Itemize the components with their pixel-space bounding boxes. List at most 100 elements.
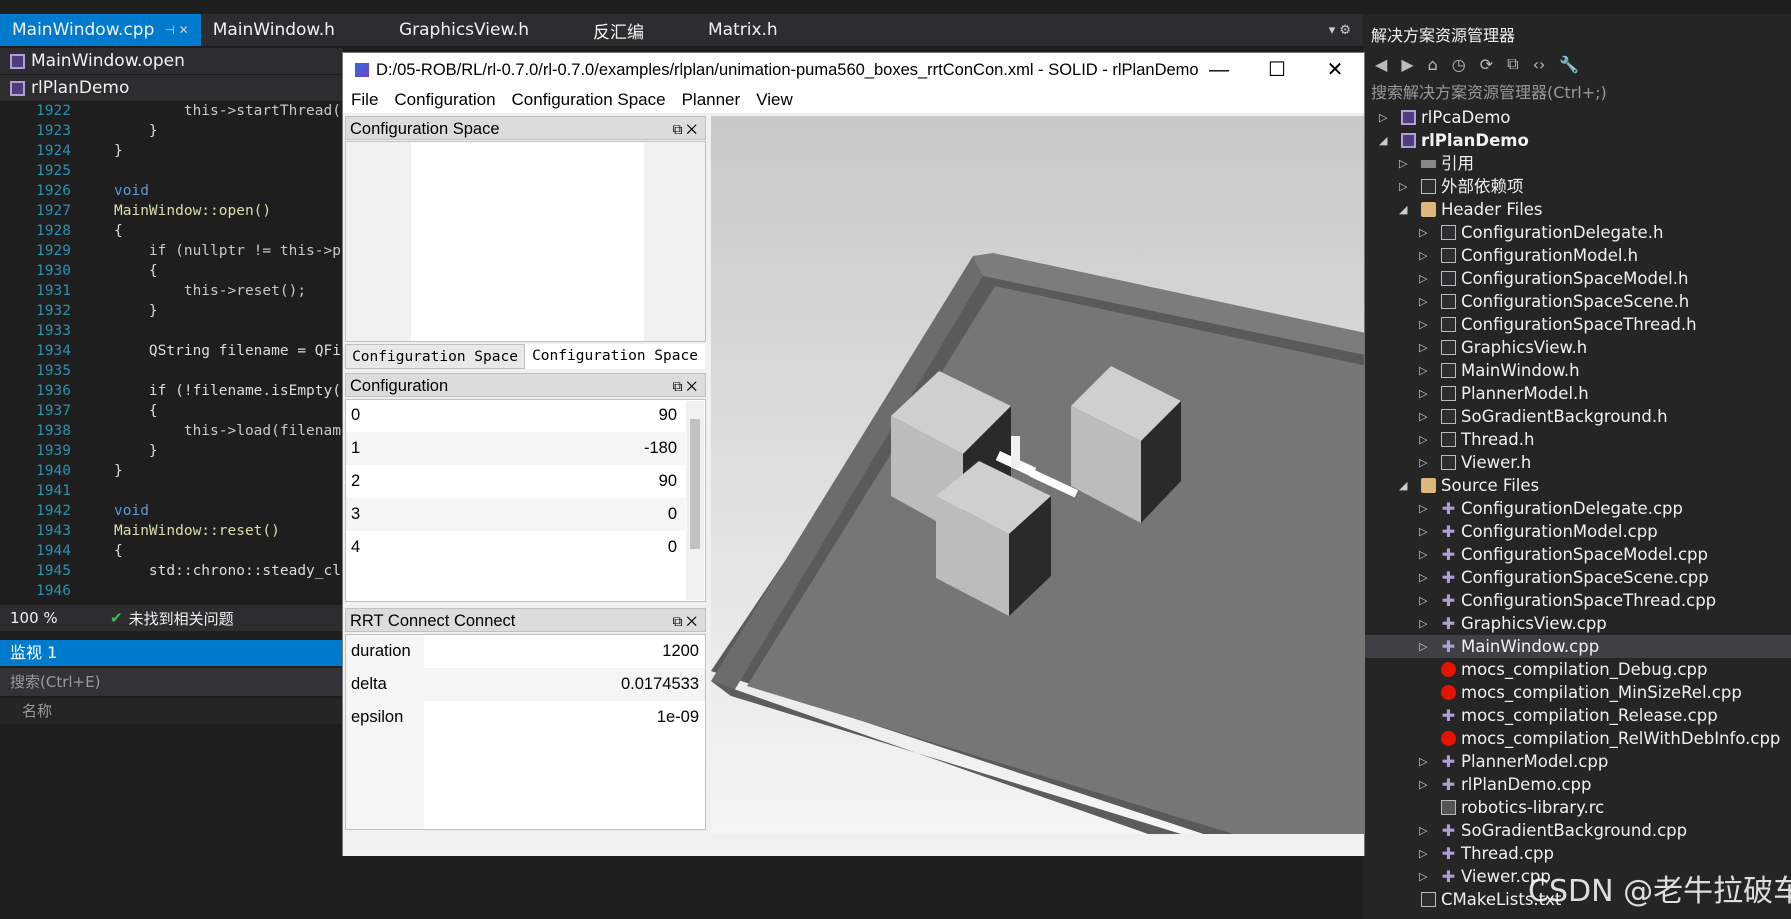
tab-mainwindow-h[interactable]: MainWindow.h <box>201 14 347 46</box>
dock-float-close-icons[interactable]: ⧉ ✕ <box>672 117 697 141</box>
parameter-value[interactable]: 0.0174533 <box>424 668 705 701</box>
code-line[interactable]: 1932 } <box>0 301 343 321</box>
tree-item[interactable]: ▷ ✚ PlannerModel.cpp <box>1363 750 1791 773</box>
code-line[interactable]: 1926 void <box>0 181 343 201</box>
expand-arrow-icon[interactable]: ▷ <box>1419 589 1427 612</box>
planner-row[interactable]: epsilon 1e-09 <box>346 701 705 734</box>
config-row[interactable]: 30 <box>346 498 685 531</box>
tree-item[interactable]: ▷ ✚ MainWindow.cpp <box>1363 635 1791 658</box>
code-line[interactable]: 1924} <box>0 141 343 161</box>
menu-configuration-space[interactable]: Configuration Space <box>512 90 666 110</box>
code-line[interactable]: 1936 if (!filename.isEmpty()) <box>0 381 358 401</box>
collapse-arrow-icon[interactable]: ◢ <box>1399 474 1407 497</box>
expand-arrow-icon[interactable]: ▷ <box>1419 428 1427 451</box>
menu-view[interactable]: View <box>756 90 793 110</box>
planner-row[interactable]: delta 0.0174533 <box>346 668 705 701</box>
dock-float-close-icons[interactable]: ⧉ ✕ <box>672 609 697 633</box>
tab-overflow-icon[interactable]: ▾ ⚙ <box>1329 23 1351 38</box>
parameter-value[interactable]: 1e-09 <box>424 701 705 734</box>
code-line[interactable]: 1934 QString filename = QFile <box>0 341 358 361</box>
code-editor[interactable]: 1922 this->startThread(); 1923 } 1924} 1925… <box>0 101 358 603</box>
cspace-graphics-view[interactable] <box>411 142 644 341</box>
code-line[interactable]: 1929 if (nullptr != this->pla <box>0 241 358 261</box>
collapse-arrow-icon[interactable]: ◢ <box>1379 129 1387 152</box>
expand-arrow-icon[interactable]: ▷ <box>1419 865 1427 888</box>
config-row[interactable]: 40 <box>346 531 685 564</box>
expand-arrow-icon[interactable]: ▷ <box>1419 520 1427 543</box>
code-line[interactable]: 1935 <box>0 361 343 381</box>
code-line[interactable]: 1931 this->reset(); <box>0 281 343 301</box>
watch-search-input[interactable]: 搜索(Ctrl+E) <box>0 668 343 696</box>
joint-value[interactable]: 90 <box>659 400 677 432</box>
tree-item[interactable]: mocs_compilation_Debug.cpp <box>1363 658 1791 681</box>
tree-item[interactable]: ▷ SoGradientBackground.h <box>1363 405 1791 428</box>
expand-arrow-icon[interactable]: ▷ <box>1419 773 1427 796</box>
tree-item[interactable]: ◢ Header Files <box>1363 198 1791 221</box>
code-line[interactable]: 1939 } <box>0 441 343 461</box>
expand-arrow-icon[interactable]: ▷ <box>1419 543 1427 566</box>
cspace-dock-title[interactable]: Configuration Space ⧉ ✕ <box>345 116 706 140</box>
code-line[interactable]: 1937 { <box>0 401 343 421</box>
planner-dock-title[interactable]: RRT Connect Connect ⧉ ✕ <box>345 608 706 632</box>
dock-float-close-icons[interactable]: ⧉ ✕ <box>672 374 697 398</box>
tree-item[interactable]: ▷ GraphicsView.h <box>1363 336 1791 359</box>
zoom-level[interactable]: 100 % <box>0 609 80 627</box>
code-line[interactable]: 1938 this->load(filename) <box>0 421 358 441</box>
expand-arrow-icon[interactable]: ▷ <box>1419 313 1427 336</box>
tab-disassembly[interactable]: 反汇编 <box>581 14 656 46</box>
minimize-button[interactable]: — <box>1190 53 1248 87</box>
close-button[interactable]: ✕ <box>1306 53 1364 87</box>
scrollbar-thumb[interactable] <box>690 419 700 549</box>
tree-item[interactable]: ▷ rlPcaDemo <box>1363 106 1791 129</box>
expand-arrow-icon[interactable]: ▷ <box>1419 382 1427 405</box>
tree-item[interactable]: ▷ Thread.h <box>1363 428 1791 451</box>
config-row[interactable]: 1 -180 <box>346 432 685 465</box>
cspace-tab-1[interactable]: Configuration Space <box>345 344 525 369</box>
tab-pin-close-icon[interactable]: ⊣ ✕ <box>164 23 188 37</box>
tree-item[interactable]: ▷ MainWindow.h <box>1363 359 1791 382</box>
3d-viewer[interactable] <box>711 116 1659 919</box>
joint-value[interactable]: -180 <box>644 432 677 465</box>
tree-item[interactable]: ▷ Viewer.h <box>1363 451 1791 474</box>
expand-arrow-icon[interactable]: ▷ <box>1419 635 1427 658</box>
project-navigation[interactable]: rlPlanDemo <box>0 75 343 101</box>
collapse-all-icon[interactable]: ⧉ <box>1507 54 1518 74</box>
tree-item[interactable]: ▷ ConfigurationModel.h <box>1363 244 1791 267</box>
tree-item[interactable]: ▷ 引用 <box>1363 152 1791 175</box>
code-line[interactable]: 1946 <box>0 581 343 601</box>
expand-arrow-icon[interactable]: ▷ <box>1419 612 1427 635</box>
back-icon[interactable]: ◀ <box>1375 55 1387 74</box>
expand-arrow-icon[interactable]: ▷ <box>1419 336 1427 359</box>
tree-item[interactable]: ▷ ✚ ConfigurationDelegate.cpp <box>1363 497 1791 520</box>
code-line[interactable]: 1922 this->startThread(); <box>0 101 358 121</box>
code-line[interactable]: 1928 { <box>0 221 343 241</box>
code-line[interactable]: 1944 { <box>0 541 343 561</box>
member-navigation[interactable]: MainWindow.open <box>0 48 343 74</box>
tree-item[interactable]: ▷ ✚ ConfigurationModel.cpp <box>1363 520 1791 543</box>
expand-arrow-icon[interactable]: ▷ <box>1399 175 1407 198</box>
tree-item[interactable]: ▷ 外部依赖项 <box>1363 175 1791 198</box>
properties-icon[interactable]: 🔧 <box>1559 55 1579 74</box>
expand-arrow-icon[interactable]: ▷ <box>1419 566 1427 589</box>
watch-title[interactable]: 监视 1 <box>0 640 343 666</box>
tree-item[interactable]: ▷ ✚ ConfigurationSpaceScene.cpp <box>1363 566 1791 589</box>
refresh-icon[interactable]: ⟳ <box>1480 55 1493 74</box>
tree-item[interactable]: ▷ ConfigurationSpaceModel.h <box>1363 267 1791 290</box>
tree-item[interactable]: ◢ Source Files <box>1363 474 1791 497</box>
tree-item[interactable]: mocs_compilation_RelWithDebInfo.cpp <box>1363 727 1791 750</box>
tree-item[interactable]: ▷ ✚ GraphicsView.cpp <box>1363 612 1791 635</box>
code-line[interactable]: 1943 MainWindow::reset() <box>0 521 343 541</box>
expand-arrow-icon[interactable]: ▷ <box>1419 842 1427 865</box>
solution-search-input[interactable]: 搜索解决方案资源管理器(Ctrl+;) <box>1371 80 1789 106</box>
tree-item[interactable]: ▷ ✚ SoGradientBackground.cpp <box>1363 819 1791 842</box>
tree-item[interactable]: ▷ ConfigurationSpaceThread.h <box>1363 313 1791 336</box>
expand-arrow-icon[interactable]: ▷ <box>1419 290 1427 313</box>
tree-item[interactable]: mocs_compilation_MinSizeRel.cpp <box>1363 681 1791 704</box>
tab-matrix-h[interactable]: Matrix.h <box>696 14 790 46</box>
configuration-dock-title[interactable]: Configuration ⧉ ✕ <box>345 373 706 397</box>
expand-arrow-icon[interactable]: ▷ <box>1419 819 1427 842</box>
joint-value[interactable]: 0 <box>668 498 677 531</box>
menu-configuration[interactable]: Configuration <box>394 90 495 110</box>
expand-arrow-icon[interactable]: ▷ <box>1419 221 1427 244</box>
code-line[interactable]: 1927 MainWindow::open() <box>0 201 343 221</box>
